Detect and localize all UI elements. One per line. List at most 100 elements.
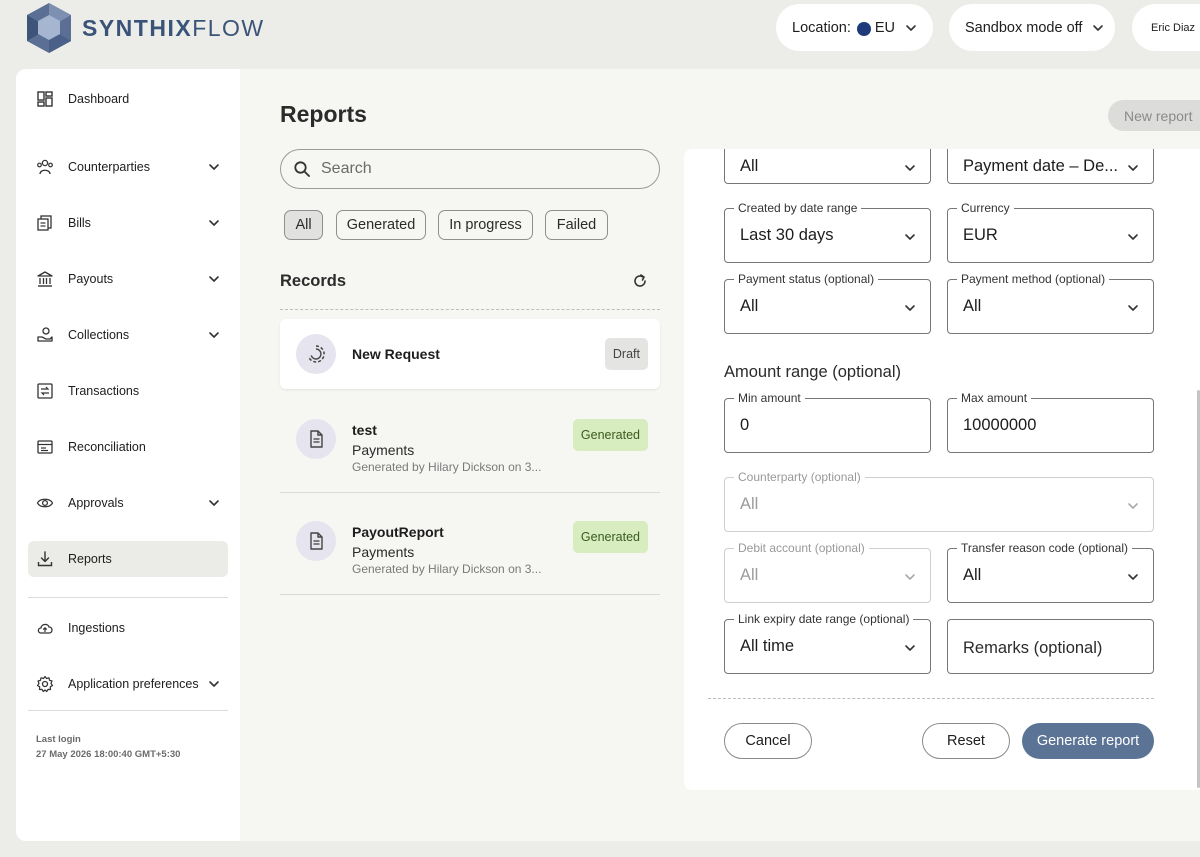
- list-item[interactable]: PayoutReport Payments Generated by Hilar…: [280, 505, 660, 594]
- sidebar-item-reports[interactable]: Reports: [28, 541, 228, 577]
- chevron-down-icon: [1127, 162, 1139, 174]
- sidebar-item-dashboard[interactable]: Dashboard: [28, 81, 228, 117]
- input-value: 0: [740, 416, 750, 434]
- avatar: [296, 521, 336, 561]
- chevron-down-icon: [1127, 302, 1139, 314]
- select-value: All: [740, 157, 759, 175]
- counterparty-select[interactable]: Counterparty (optional) All: [724, 470, 1154, 532]
- sidebar-item-label: Dashboard: [68, 92, 130, 106]
- min-amount-field[interactable]: Min amount 0: [724, 391, 931, 453]
- sidebar-item-payouts[interactable]: Payouts: [28, 261, 228, 297]
- record-type: Payments: [352, 544, 415, 560]
- field-label: Payment status (optional): [734, 272, 879, 286]
- user-name: Eric Diaz: [1151, 21, 1196, 34]
- filter-chip-failed[interactable]: Failed: [545, 210, 608, 240]
- eye-icon: [36, 498, 54, 508]
- document-icon: [306, 429, 326, 449]
- avatar: [296, 419, 336, 459]
- chevron-down-icon: [1092, 22, 1104, 34]
- last-login-label: Last login: [36, 734, 81, 745]
- reset-button[interactable]: Reset: [922, 723, 1010, 759]
- records-divider: [280, 594, 660, 595]
- payment-status-select[interactable]: Payment status (optional) All: [724, 272, 931, 334]
- search-placeholder: Search: [321, 160, 372, 177]
- page-title: Reports: [280, 101, 367, 127]
- record-meta: Generated by Hilary Dickson on 3...: [352, 460, 542, 474]
- record-title: test: [352, 422, 377, 438]
- location-selector[interactable]: Location: EU: [776, 4, 933, 51]
- new-report-button[interactable]: New report: [1108, 100, 1200, 131]
- chevron-down-icon: [208, 497, 220, 509]
- chevron-down-icon: [208, 329, 220, 341]
- form-divider: [708, 698, 1154, 699]
- chevron-down-icon: [1127, 231, 1139, 243]
- sidebar-item-application-preferences[interactable]: Application preferences: [28, 666, 228, 702]
- sidebar-divider: [28, 710, 228, 711]
- record-title: New Request: [352, 346, 440, 362]
- sidebar-divider: [28, 597, 228, 598]
- date-type-select[interactable]: Payment date – De...: [947, 149, 1154, 184]
- filter-select-top-left[interactable]: All: [724, 149, 931, 184]
- reconciliation-icon: [37, 440, 53, 454]
- remarks-field[interactable]: Remarks (optional): [947, 619, 1154, 674]
- records-divider: [280, 492, 660, 493]
- filter-chip-in-progress[interactable]: In progress: [438, 210, 533, 240]
- list-item[interactable]: New Request Draft: [280, 319, 660, 389]
- chevron-down-icon: [208, 161, 220, 173]
- search-input[interactable]: Search: [280, 149, 660, 189]
- sidebar-item-collections[interactable]: Collections: [28, 317, 228, 353]
- cancel-button[interactable]: Cancel: [724, 723, 812, 759]
- field-label: Transfer reason code (optional): [957, 541, 1132, 555]
- report-form: All Payment date – De... Created by date…: [684, 149, 1200, 790]
- payment-method-select[interactable]: Payment method (optional) All: [947, 272, 1154, 334]
- sidebar-item-bills[interactable]: Bills: [28, 205, 228, 241]
- records-divider: [280, 309, 660, 310]
- generate-report-button[interactable]: Generate report: [1022, 723, 1154, 759]
- select-value: All: [963, 297, 982, 315]
- user-menu[interactable]: Eric Diaz: [1132, 4, 1200, 51]
- brand-logo[interactable]: SYNTHIXFLOW: [22, 0, 265, 56]
- sidebar-item-approvals[interactable]: Approvals: [28, 485, 228, 521]
- debit-account-select[interactable]: Debit account (optional) All: [724, 541, 931, 603]
- cloud-upload-icon: [37, 623, 53, 634]
- collections-icon: [37, 327, 53, 342]
- eu-flag-icon: [856, 21, 871, 36]
- sidebar-item-counterparties[interactable]: Counterparties: [28, 149, 228, 185]
- max-amount-field[interactable]: Max amount 10000000: [947, 391, 1154, 453]
- progress-spinner-icon: [307, 345, 325, 363]
- sidebar-item-label: Approvals: [68, 496, 124, 510]
- select-value: All time: [740, 637, 795, 655]
- select-value: EUR: [963, 226, 998, 244]
- link-expiry-select[interactable]: Link expiry date range (optional) All ti…: [724, 612, 931, 674]
- dashboard-icon: [37, 91, 53, 107]
- location-label: Location:: [792, 19, 851, 36]
- chevron-down-icon: [1127, 571, 1139, 583]
- sidebar-item-label: Collections: [68, 328, 130, 342]
- field-label: Link expiry date range (optional): [734, 612, 914, 626]
- last-login-value: 27 May 2026 18:00:40 GMT+5:30: [36, 749, 181, 760]
- document-icon: [306, 531, 326, 551]
- sidebar-item-label: Bills: [68, 216, 91, 230]
- filter-chip-generated[interactable]: Generated: [336, 210, 426, 240]
- chevron-down-icon: [904, 231, 916, 243]
- list-item[interactable]: test Payments Generated by Hilary Dickso…: [280, 403, 660, 492]
- people-icon: [37, 159, 53, 175]
- sidebar-item-transactions[interactable]: Transactions: [28, 373, 228, 409]
- sidebar-item-reconciliation[interactable]: Reconciliation: [28, 429, 228, 465]
- search-icon: [294, 161, 310, 177]
- refresh-icon[interactable]: [632, 273, 648, 289]
- field-label: Currency: [957, 201, 1014, 215]
- sandbox-mode-selector[interactable]: Sandbox mode off: [949, 4, 1115, 51]
- sidebar-item-ingestions[interactable]: Ingestions: [28, 610, 228, 646]
- created-date-range-select[interactable]: Created by date range Last 30 days: [724, 201, 931, 263]
- download-icon: [37, 551, 53, 567]
- record-title: PayoutReport: [352, 524, 444, 540]
- last-login: Last login 27 May 2026 18:00:40 GMT+5:30: [36, 732, 180, 762]
- chevron-down-icon: [904, 642, 916, 654]
- logo-hexagon-icon: [27, 3, 71, 53]
- chevron-down-icon: [208, 678, 220, 690]
- filter-chip-all[interactable]: All: [284, 210, 323, 240]
- currency-select[interactable]: Currency EUR: [947, 201, 1154, 263]
- sidebar-item-label: Reports: [68, 552, 112, 566]
- transfer-reason-select[interactable]: Transfer reason code (optional) All: [947, 541, 1154, 603]
